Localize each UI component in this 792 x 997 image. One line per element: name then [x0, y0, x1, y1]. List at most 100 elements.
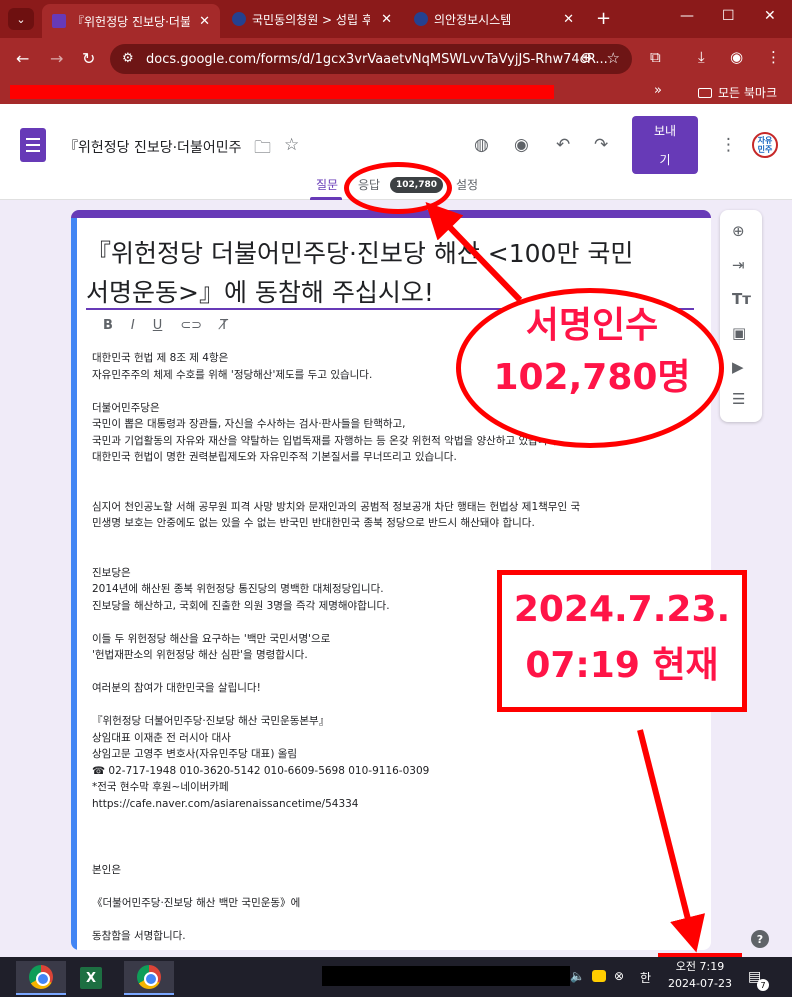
clock-date: 2024-07-23 — [668, 977, 732, 990]
extensions-icon[interactable]: ⧉ — [650, 48, 661, 66]
more-options-icon[interactable]: ⋮ — [720, 135, 737, 155]
description-line: 동참함을 서명합니다. — [92, 929, 186, 942]
send-label-1: 보내 — [653, 124, 677, 138]
annotation-datetime-line-1: 2024.7.23. — [513, 589, 731, 630]
browser-toolbar: ← → ↻ ⚙ docs.google.com/forms/d/1gcx3vrV… — [0, 38, 792, 80]
description-line: 민생명 보호는 안중에도 없는 있을 수 없는 반국민 반대한민국 종북 정당으… — [92, 517, 535, 529]
bookmarks-overflow-icon[interactable]: » — [654, 83, 662, 98]
link-icon[interactable]: ⊂⊃ — [180, 318, 202, 333]
tab-search-button[interactable]: ⌄ — [8, 8, 34, 30]
notification-count-badge: 7 — [757, 979, 769, 991]
tab-questions[interactable]: 질문 — [316, 176, 338, 193]
description-line: 『위헌정당 더불어민주당·진보당 해산 국민운동본부』 — [92, 715, 330, 727]
form-side-toolbar: ⊕ ⇥ Tт ▣ ▶ ☰ — [720, 210, 762, 422]
taskbar-chrome-app-2[interactable] — [124, 961, 174, 995]
annotation-datetime-line-2: 07:19 현재 — [525, 645, 719, 686]
active-tab-indicator — [310, 197, 342, 200]
star-icon[interactable]: ☆ — [284, 135, 299, 155]
redacted-taskbar-area — [322, 966, 570, 986]
bold-icon[interactable]: B — [103, 318, 113, 333]
description-blank-line — [92, 548, 692, 565]
clock-time: 오전 7:19 — [675, 960, 725, 973]
redacted-bar — [10, 85, 554, 99]
bookmark-star-icon[interactable]: ☆ — [607, 49, 620, 67]
description-blank-line — [92, 911, 692, 928]
browser-tab-bill-info[interactable]: 의안정보시스템 ✕ — [404, 4, 584, 34]
format-toolbar: B I U ⊂⊃ T̸ — [103, 318, 228, 333]
tab-label: 국민동의청원 > 성립 후 — [252, 12, 370, 27]
annotation-signatures-text: 서명인수 102,780명 — [474, 300, 710, 404]
description-blank-line — [92, 845, 692, 862]
ime-icon[interactable]: 한 — [640, 969, 651, 986]
description-blank-line — [92, 482, 692, 499]
google-forms-favicon-icon — [52, 14, 66, 28]
add-question-icon[interactable]: ⊕ — [732, 222, 745, 240]
kakaotalk-icon[interactable] — [592, 970, 606, 982]
clear-format-icon[interactable]: T̸ — [220, 318, 228, 333]
add-section-icon[interactable]: ☰ — [732, 390, 745, 408]
import-questions-icon[interactable]: ⇥ — [732, 256, 745, 274]
close-icon[interactable]: ✕ — [191, 14, 210, 29]
tab-label: 『위헌정당 진보당·더불어 — [72, 14, 190, 29]
new-tab-button[interactable]: + — [596, 8, 611, 29]
description-line: https://cafe.naver.com/asiarenaissanceti… — [92, 797, 359, 810]
excel-icon: X — [80, 967, 102, 989]
annotation-oval-responses — [344, 162, 452, 214]
address-bar[interactable]: ⚙ docs.google.com/forms/d/1gcx3vrVaaetvN… — [110, 44, 632, 74]
folder-icon[interactable]: 🗀 — [254, 135, 271, 164]
send-label-2: 기 — [659, 153, 671, 167]
site-info-icon[interactable]: ⚙ — [122, 51, 134, 66]
maximize-button[interactable]: ☐ — [722, 8, 735, 24]
add-image-icon[interactable]: ▣ — [732, 324, 746, 342]
back-icon[interactable]: ← — [16, 49, 29, 68]
description-line: 대한민국 헌법이 명한 권력분립제도와 자유민주적 기본질서를 무너뜨리고 있습… — [92, 451, 457, 463]
taskbar-excel-app[interactable]: X — [66, 961, 116, 995]
annotation-datetime-text: 2024.7.23. 07:19 현재 — [500, 582, 744, 694]
close-icon[interactable]: ✕ — [555, 12, 574, 27]
tab-label: 의안정보시스템 — [434, 12, 512, 27]
doc-title[interactable]: 『위헌정당 진보당·더불어민주 — [64, 137, 244, 157]
browser-tab-petition[interactable]: 국민동의청원 > 성립 후 ✕ — [222, 4, 402, 34]
description-blank-line — [92, 466, 692, 483]
folder-label: 모든 북마크 — [718, 86, 778, 100]
all-bookmarks-folder[interactable]: 모든 북마크 — [698, 84, 777, 101]
help-icon[interactable]: ? — [751, 930, 769, 948]
taskbar-chrome-app[interactable] — [16, 961, 66, 995]
taskbar-clock[interactable]: 오전 7:19 2024-07-23 — [662, 958, 738, 992]
description-line: 상임고문 고영주 변호사(자유민주당 대표) 올림 — [92, 748, 298, 760]
description-blank-line — [92, 829, 692, 846]
government-favicon-icon — [232, 12, 246, 26]
description-line: ☎ 02-717-1948 010-3620-5142 010-6609-569… — [92, 764, 430, 777]
annotation-signatures-line-1: 서명인수 — [525, 305, 659, 346]
avatar[interactable]: 자유민주 — [752, 132, 778, 158]
tray-close-icon[interactable]: ⊗ — [614, 969, 624, 983]
send-button[interactable]: 보내 기 — [632, 116, 698, 174]
description-line: *전국 현수막 후원~네이버카페 — [92, 781, 229, 793]
redo-icon[interactable]: ↷ — [594, 135, 608, 155]
add-video-icon[interactable]: ▶ — [732, 358, 744, 376]
volume-icon[interactable]: 🔈 — [570, 969, 585, 983]
browser-tab-forms[interactable]: 『위헌정당 진보당·더불어 ✕ — [42, 4, 220, 38]
undo-icon[interactable]: ↶ — [556, 135, 570, 155]
forward-icon[interactable]: → — [50, 49, 63, 68]
description-line: 심지어 천인공노할 서해 공무원 피격 사망 방치와 문재인과의 공범적 정보공… — [92, 500, 581, 513]
url-text: docs.google.com/forms/d/1gcx3vrVaaetvNqM… — [146, 51, 608, 67]
download-icon[interactable]: ⤓ — [698, 48, 705, 66]
close-icon[interactable]: ✕ — [373, 12, 392, 27]
zoom-icon[interactable]: ⊕ — [580, 50, 592, 66]
menu-icon[interactable]: ⋮ — [766, 48, 781, 66]
card-focus-bar — [71, 218, 77, 950]
add-title-icon[interactable]: Tт — [732, 290, 751, 308]
italic-icon[interactable]: I — [131, 318, 135, 333]
minimize-button[interactable]: — — [680, 8, 694, 24]
palette-icon[interactable]: ◍ — [474, 135, 489, 155]
underline-icon[interactable]: U — [153, 318, 163, 333]
close-window-button[interactable]: ✕ — [764, 8, 776, 24]
preview-eye-icon[interactable]: ◉ — [514, 135, 529, 155]
profile-icon[interactable]: ◉ — [730, 48, 743, 66]
google-forms-logo-icon[interactable] — [20, 128, 46, 162]
reload-icon[interactable]: ↻ — [82, 49, 95, 68]
description-blank-line — [92, 812, 692, 829]
description-line: 《더불어민주당·진보당 해산 백만 국민운동》에 — [92, 896, 301, 909]
tab-settings[interactable]: 설정 — [456, 176, 478, 193]
